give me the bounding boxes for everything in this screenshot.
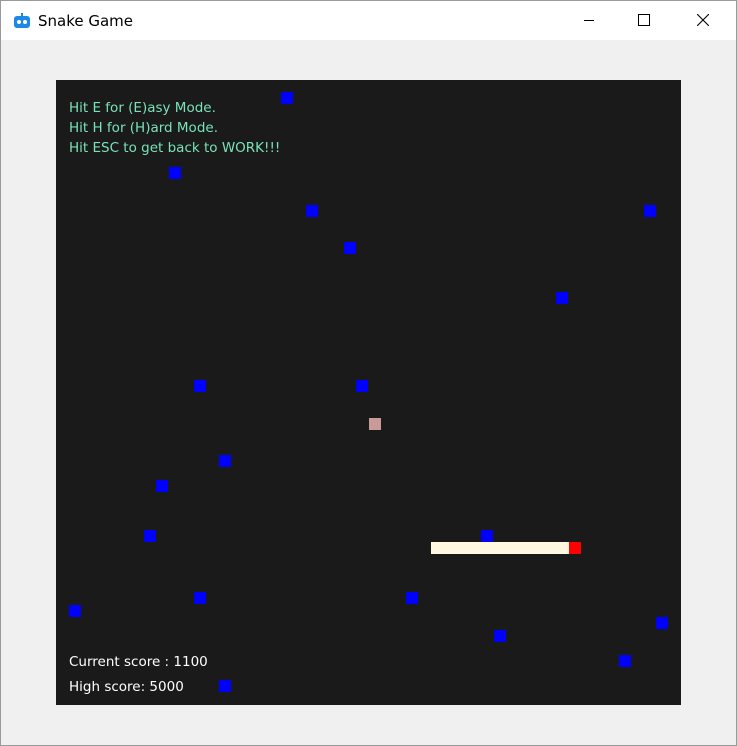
app-icon	[14, 13, 30, 28]
obstacle	[194, 380, 206, 392]
minimize-button[interactable]	[567, 1, 613, 40]
help-text: Hit E for (E)asy Mode. Hit H for (H)ard …	[69, 98, 280, 158]
food-pellet	[369, 418, 381, 430]
minimize-icon	[584, 20, 594, 21]
obstacle	[194, 592, 206, 604]
current-score: Current score : 1100	[69, 654, 208, 670]
obstacle	[656, 617, 668, 629]
obstacle	[406, 592, 418, 604]
maximize-icon	[638, 14, 650, 26]
obstacle	[144, 530, 156, 542]
obstacle	[281, 92, 293, 104]
title-bar[interactable]: Snake Game	[1, 1, 736, 40]
obstacle	[156, 480, 168, 492]
obstacle	[169, 167, 181, 179]
obstacle	[306, 205, 318, 217]
obstacle	[494, 630, 506, 642]
close-icon	[697, 14, 709, 26]
obstacle	[344, 242, 356, 254]
help-easy-mode: Hit E for (E)asy Mode.	[69, 100, 216, 116]
window-title: Snake Game	[38, 12, 134, 30]
close-button[interactable]	[681, 1, 727, 40]
obstacle	[219, 680, 231, 692]
obstacle	[69, 605, 81, 617]
snake-body	[431, 542, 569, 554]
game-window: Snake Game Hit E for (E)asy Mode. Hit H …	[0, 0, 737, 746]
maximize-button[interactable]	[622, 1, 668, 40]
obstacle	[556, 292, 568, 304]
help-hard-mode: Hit H for (H)ard Mode.	[69, 120, 218, 136]
game-board[interactable]: Hit E for (E)asy Mode. Hit H for (H)ard …	[56, 80, 681, 705]
obstacle	[356, 380, 368, 392]
obstacle	[481, 530, 493, 542]
high-score: High score: 5000	[69, 679, 184, 695]
obstacle	[644, 205, 656, 217]
obstacle	[219, 455, 231, 467]
obstacle	[619, 655, 631, 667]
snake-head	[569, 542, 581, 554]
help-escape: Hit ESC to get back to WORK!!!	[69, 140, 281, 156]
